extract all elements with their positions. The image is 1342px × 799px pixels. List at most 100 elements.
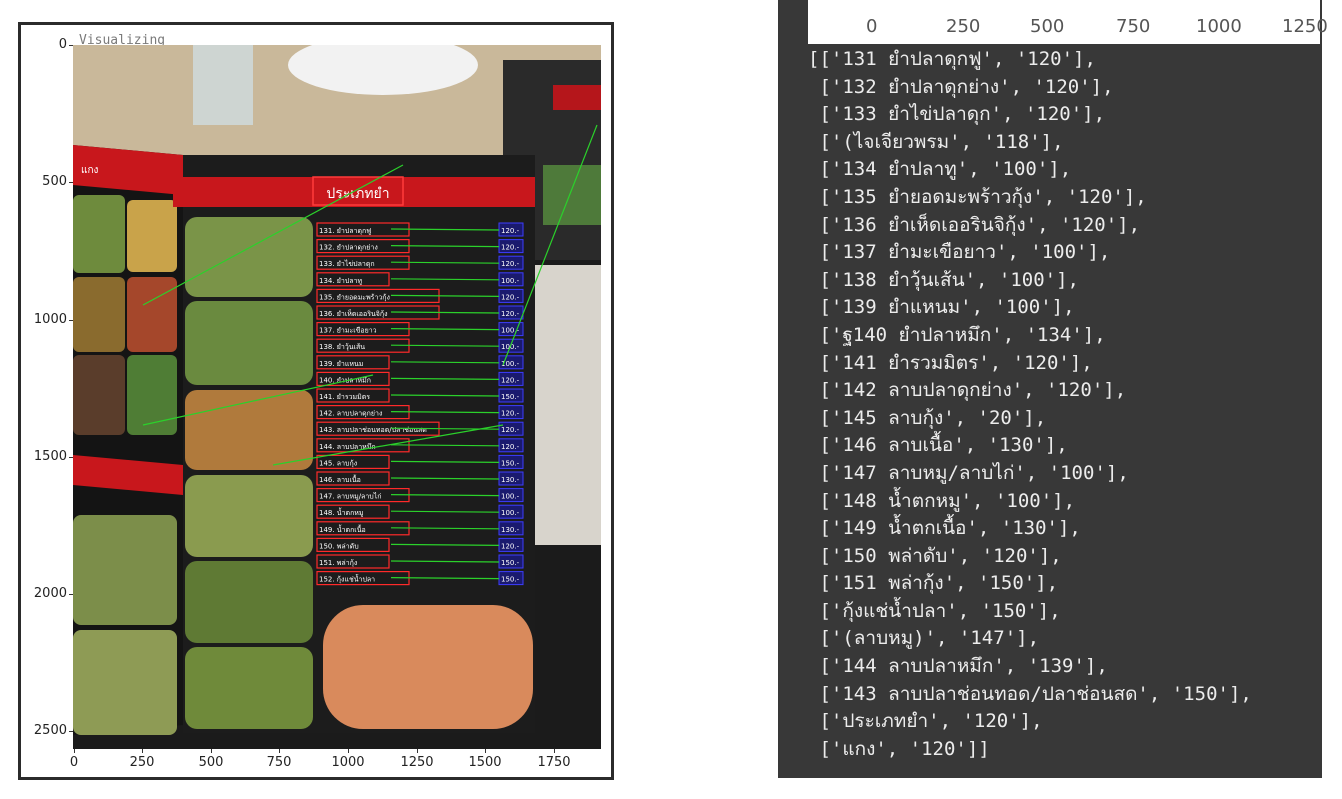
glass <box>193 45 253 125</box>
item-price: 120.- <box>501 260 520 268</box>
dish-photo <box>185 475 313 557</box>
output-line: ['142 ลาบปลาดุกย่าง', '120'], <box>808 379 1127 402</box>
x-tickmark <box>348 749 349 753</box>
back-menu-tab <box>553 85 601 110</box>
item-label: 135. ยำยอดมะพร้าวกุ้ง <box>319 293 390 301</box>
item-price: 100.- <box>501 277 520 285</box>
menu-heading: ประเภทยำ <box>326 186 389 202</box>
y-tick-500: 500 <box>42 174 67 189</box>
left-dish-photo <box>73 277 125 352</box>
item-label: 131. ยำปลาดุกฟู <box>319 227 371 235</box>
output-line: [['131 ยำปลาดุกฟู', '120'], <box>808 48 1096 70</box>
tablecloth <box>533 265 601 545</box>
x-tickmark <box>74 749 75 753</box>
y-tick-2500: 2500 <box>33 723 67 738</box>
x-tick-1000: 1000 <box>331 755 365 770</box>
item-label: 144. ลาบปลาหมึก <box>319 442 376 451</box>
x-tick-1250: 1250 <box>400 755 434 770</box>
strip-tick: 750 <box>1116 16 1151 37</box>
menu-photo: ประเภทยำ แกง 131. ยำปลาดุกฟู 120.- 132. ยำ… <box>73 45 601 749</box>
detection-figure: Visualizing 0 500 1000 1500 2000 2500 0 … <box>18 22 614 780</box>
dish-photo <box>185 301 313 385</box>
x-tickmark <box>485 749 486 753</box>
dish-photo-large <box>323 605 533 729</box>
menu-photo-svg: ประเภทยำ แกง 131. ยำปลาดุกฟู 120.- 132. ยำ… <box>73 45 601 749</box>
item-price: 120.- <box>501 376 520 384</box>
x-tick-0: 0 <box>69 755 79 770</box>
item-price: 100.- <box>501 493 520 501</box>
left-dish-photo <box>127 200 177 272</box>
left-dish-photo <box>73 195 125 273</box>
output-line: ['134 ยำปลาทู', '100'], <box>808 158 1072 181</box>
strip-tick: 0 <box>866 16 878 37</box>
output-line: ['141 ยำรวมมิตร', '120'], <box>808 351 1093 374</box>
x-tick-250: 250 <box>129 755 155 770</box>
strip-tick: 500 <box>1030 16 1065 37</box>
item-price: 130.- <box>501 526 520 534</box>
y-tick-2000: 2000 <box>33 586 67 601</box>
item-price: 120.- <box>501 410 520 418</box>
output-axis-strip: 0 250 500 750 1000 1250 <box>808 0 1328 44</box>
item-price: 120.- <box>501 244 520 252</box>
item-price: 150.- <box>501 576 520 584</box>
output-line: ['148 น้ำตกหมู', '100'], <box>808 489 1076 512</box>
output-line: ['กุ้งแช่น้ำปลา', '150'], <box>808 599 1061 622</box>
x-tickmark <box>417 749 418 753</box>
output-line: ['136 ยำเห็ดเออรินจิกุ้ง', '120'], <box>808 213 1141 236</box>
strip-tick: 1250 <box>1282 16 1328 37</box>
output-line: ['137 ยำมะเขือยาว', '100'], <box>808 241 1111 264</box>
output-line: ['ฐ140 ยำปลาหมึก', '134'], <box>808 323 1106 346</box>
output-line: ['ประเภทยำ', '120'], <box>808 710 1043 733</box>
item-price: 120.- <box>501 293 520 301</box>
item-label: 139. ยำแหนม <box>319 360 363 368</box>
output-line: ['133 ยำไข่ปลาดุก', '120'], <box>808 103 1106 126</box>
item-price: 100.- <box>501 509 520 517</box>
output-line: ['151 พล่ากุ้ง', '150'], <box>808 572 1059 595</box>
item-label: 133. ยำไข่ปลาดุก <box>319 259 375 268</box>
left-dish-photo <box>73 355 125 435</box>
item-price: 150.- <box>501 559 520 567</box>
item-label: 142. ลาบปลาดุกย่าง <box>319 410 382 418</box>
output-line: ['143 ลาบปลาช่อนทอด/ปลาช่อนสด', '150'], <box>808 682 1252 705</box>
left-dish-photo <box>73 630 177 735</box>
item-label: 151. พล่ากุ้ง <box>319 559 357 567</box>
item-label: 138. ยำวุ้นเส้น <box>319 343 365 351</box>
left-dish-photo <box>127 277 177 352</box>
output-line: ['147 ลาบหมู/ลาบไก่', '100'], <box>808 461 1129 484</box>
item-price: 120.- <box>501 443 520 451</box>
output-line: ['แกง', '120']] <box>808 737 990 760</box>
output-line: ['150 พล่าดับ', '120'], <box>808 544 1062 567</box>
item-label: 141. ยำรวมมิตร <box>319 393 370 401</box>
x-tick-750: 750 <box>266 755 292 770</box>
ocr-output-list: [['131 ยำปลาดุกฟู', '120'], ['132 ยำปลาด… <box>808 46 1328 763</box>
dish-photo <box>185 561 313 643</box>
back-menu-photo <box>543 165 601 225</box>
output-line: ['144 ลาบปลาหมึก', '139'], <box>808 655 1108 678</box>
output-line: ['135 ยำยอดมะพร้าวกุ้ง', '120'], <box>808 185 1147 208</box>
y-tick-0: 0 <box>58 37 67 52</box>
item-label: 136. ยำเห็ดเออรินจิกุ้ง <box>319 309 388 318</box>
left-dish-photo <box>73 515 177 625</box>
y-tick-1500: 1500 <box>33 449 67 464</box>
output-line: ['145 ลาบกุ้ง', '20'], <box>808 406 1047 429</box>
y-tick-1000: 1000 <box>33 312 67 327</box>
strip-tick: 250 <box>946 16 981 37</box>
output-line: ['138 ยำวุ้นเส้น', '100'], <box>808 268 1080 291</box>
item-price: 120.- <box>501 426 520 434</box>
output-line: ['149 น้ำตกเนื้อ', '130'], <box>808 517 1081 540</box>
output-line: ['132 ยำปลาดุกย่าง', '120'], <box>808 75 1114 98</box>
item-label: 134. ยำปลาทู <box>319 277 363 285</box>
dish-photo <box>185 217 313 297</box>
item-price: 120.- <box>501 227 520 235</box>
x-tick-1500: 1500 <box>468 755 502 770</box>
dish-photo <box>185 647 313 729</box>
item-price: 120.- <box>501 310 520 318</box>
x-tickmark <box>142 749 143 753</box>
output-line: ['(ไจเจียวพรม', '118'], <box>808 130 1064 153</box>
x-tick-1750: 1750 <box>537 755 571 770</box>
x-tickmark <box>279 749 280 753</box>
item-price: 150.- <box>501 459 520 467</box>
item-label: 137. ยำมะเขือยาว <box>319 327 377 335</box>
item-label: 147. ลาบหมู/ลาบไก่ <box>319 492 381 501</box>
side-tab: แกง <box>81 165 99 176</box>
